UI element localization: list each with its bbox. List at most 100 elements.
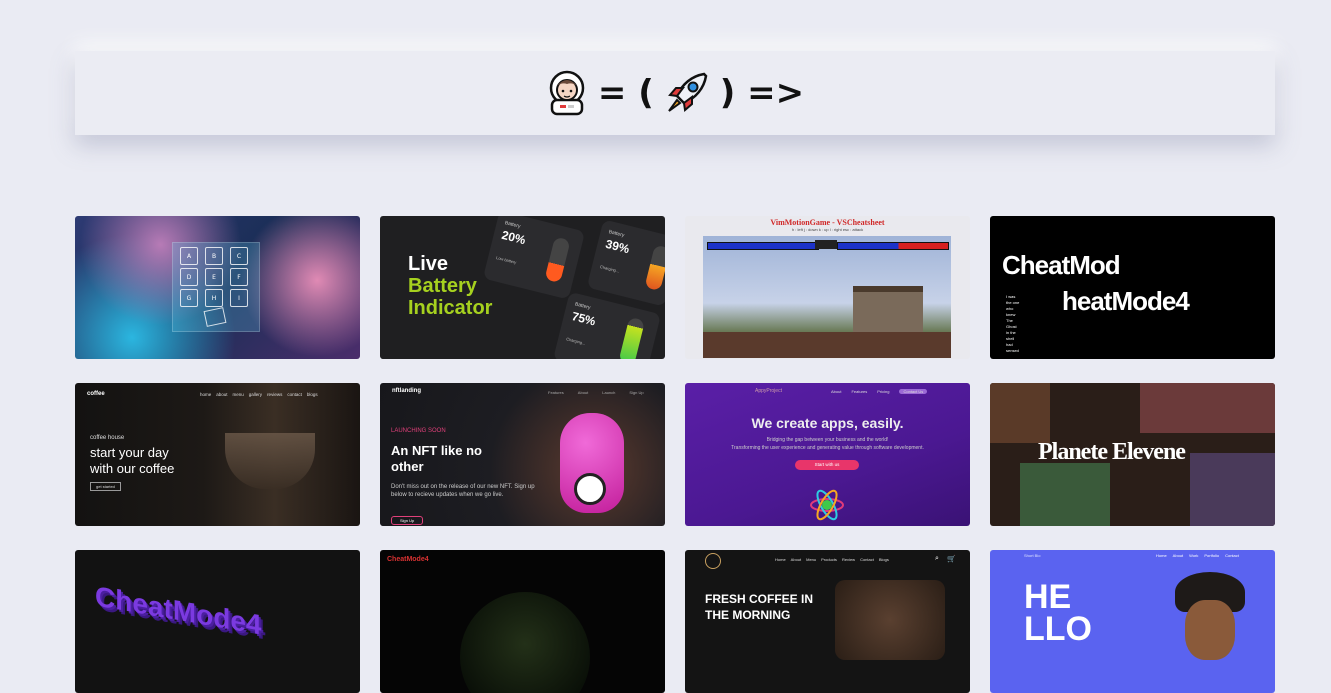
battery-bar xyxy=(618,316,646,359)
project-card-cheatmode-globe[interactable]: CheatMode4 xyxy=(380,550,665,693)
photo-tile xyxy=(1190,453,1275,526)
nav-link[interactable]: contact xyxy=(287,392,302,397)
cart-icon[interactable]: 🛒 xyxy=(947,555,956,563)
keypad-key: I xyxy=(230,289,248,307)
project-card-battery[interactable]: Live Battery Indicator Battery 20% Low b… xyxy=(380,216,665,359)
nav-link[interactable]: Products xyxy=(821,557,837,562)
battery-status: Charging... xyxy=(599,263,620,274)
nav-link[interactable]: Contact xyxy=(860,557,874,562)
keypad-key: B xyxy=(205,247,223,265)
nft-eyebrow: LAUNCHING SOON xyxy=(391,428,446,434)
nav-link[interactable]: Pricing xyxy=(877,389,889,394)
nav-link[interactable]: blogs xyxy=(307,392,318,397)
project-card-hello[interactable]: Short Bio Home About Work Portfolio Cont… xyxy=(990,550,1275,693)
apps-cta[interactable]: Start with us xyxy=(795,460,859,470)
project-grid: A B C D E F G H I Live Battery Indicator… xyxy=(75,216,1275,693)
nav-link[interactable]: Sign Up xyxy=(629,390,643,395)
apps-sub-1: Bridging the gap between your business a… xyxy=(766,437,889,443)
battery-value: 39% xyxy=(604,236,631,257)
planete-headline: Planete Elevene xyxy=(1038,439,1186,465)
nav-link[interactable]: Work xyxy=(1189,553,1198,558)
globe xyxy=(460,592,590,693)
nav-link[interactable]: reviews xyxy=(267,392,282,397)
nft-headline-2: other xyxy=(391,459,424,474)
battery-bar xyxy=(544,236,571,284)
photo-tile xyxy=(990,383,1050,443)
nav-link[interactable]: About xyxy=(791,557,801,562)
project-card-fresh-coffee[interactable]: Home About Menu Products Review Contact … xyxy=(685,550,970,693)
battery-value: 75% xyxy=(570,309,598,329)
coffee-cta[interactable]: get started xyxy=(90,482,121,491)
nft-cta[interactable]: Sign Up xyxy=(391,516,424,525)
nav-link[interactable]: about xyxy=(216,392,227,397)
nav-link[interactable]: gallery xyxy=(249,392,262,397)
coffee-beans-image xyxy=(835,580,945,660)
keypad-key: H xyxy=(205,289,223,307)
site-logo[interactable]: = ( ) => xyxy=(546,70,804,116)
shop-building xyxy=(853,286,923,332)
atom-icon xyxy=(809,487,845,523)
keypad-key: E xyxy=(205,268,223,286)
nav-link[interactable]: About xyxy=(1173,553,1183,558)
nft-brand: nftlanding xyxy=(392,388,421,394)
nav-link[interactable]: home xyxy=(200,392,211,397)
project-card-keypad[interactable]: A B C D E F G H I xyxy=(75,216,360,359)
portrait-face xyxy=(1185,600,1235,660)
nav-link[interactable]: menu xyxy=(233,392,244,397)
logo-text-end: ) => xyxy=(719,73,805,113)
coffee-headline-2: with our coffee xyxy=(90,461,175,476)
search-icon[interactable]: ⌕ xyxy=(935,555,939,563)
battery-bar xyxy=(644,244,665,292)
hello-headline-1: HE xyxy=(1024,578,1072,616)
logo-text-start: = ( xyxy=(597,73,654,113)
project-card-cheatmode[interactable]: CheatMod heatMode4 I was the one who kne… xyxy=(990,216,1275,359)
ground xyxy=(703,332,951,358)
nav-link[interactable]: Menu xyxy=(806,557,816,562)
nav-link[interactable]: About xyxy=(578,390,588,395)
nav-link[interactable]: Home xyxy=(1156,553,1167,558)
timer-box xyxy=(815,240,837,249)
nav-link[interactable]: Blogs xyxy=(879,557,889,562)
apps-brand: AppyProject xyxy=(755,388,782,394)
project-card-nft[interactable]: nftlanding Features About Launch Sign Up… xyxy=(380,383,665,526)
nav-link[interactable]: Launch xyxy=(602,390,615,395)
nav-link[interactable]: Features xyxy=(851,389,867,394)
battery-title-3: Indicator xyxy=(408,297,493,319)
vim-game-keys: h : left j : down k : up l : right esc :… xyxy=(791,227,864,232)
battery-status: Low battery xyxy=(495,255,517,265)
nav-link[interactable]: About xyxy=(831,389,841,394)
nav-cta[interactable]: Contact Us xyxy=(899,389,928,394)
nft-nav: Features About Launch Sign Up xyxy=(548,390,644,395)
keypad-key: C xyxy=(230,247,248,265)
photo-tile xyxy=(1140,383,1275,433)
coffee-nav: home about menu gallery reviews contact … xyxy=(200,392,318,397)
cheatmode-line-1: CheatMod xyxy=(1002,250,1121,280)
battery-widget-2: Battery 39% Charging... xyxy=(586,219,665,307)
project-card-apps[interactable]: AppyProject About Features Pricing Conta… xyxy=(685,383,970,526)
coffee-brand: coffee xyxy=(87,391,105,397)
battery-widget-1: Battery 20% Low battery xyxy=(482,216,586,300)
cheatmode-side-text: I was the one who knew The Ghost in the … xyxy=(1006,294,1020,353)
project-card-coffee-house[interactable]: coffee home about menu gallery reviews c… xyxy=(75,383,360,526)
hello-brand: Short Bio xyxy=(1024,553,1041,558)
keypad-key: D xyxy=(180,268,198,286)
keypad-key: F xyxy=(230,268,248,286)
nav-link[interactable]: Portfolio xyxy=(1204,553,1219,558)
battery-title-2: Battery xyxy=(408,275,477,297)
vim-game-title: VimMotionGame - VSCheatsheet xyxy=(770,218,885,227)
cheatmode-3d-text: CheatMode4 xyxy=(95,580,262,641)
nav-link[interactable]: Contact xyxy=(1225,553,1239,558)
project-card-cheatmode-3d[interactable]: CheatMode4 xyxy=(75,550,360,693)
cheatmode-line-2: heatMode4 xyxy=(1062,286,1190,316)
nav-link[interactable]: Features xyxy=(548,390,564,395)
nft-headline-1: An NFT like no xyxy=(391,443,482,458)
nav-link[interactable]: Review xyxy=(842,557,855,562)
apps-nav: About Features Pricing Contact Us xyxy=(831,389,928,394)
header-bar: = ( ) => xyxy=(75,51,1275,135)
cheatmode-globe-brand: CheatMode4 xyxy=(387,556,429,563)
project-card-planete[interactable]: Planete Elevene xyxy=(990,383,1275,526)
astronaut-icon xyxy=(546,70,588,116)
nav-link[interactable]: Home xyxy=(775,557,786,562)
apps-sub-2: Transforming the user experience and gen… xyxy=(731,445,924,451)
project-card-vim-game[interactable]: VimMotionGame - VSCheatsheet h : left j … xyxy=(685,216,970,359)
